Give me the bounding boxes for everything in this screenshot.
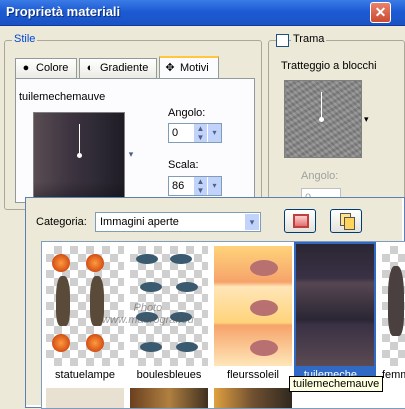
watermark-line2: www.maurograf.eu	[102, 314, 194, 326]
next-row-thumb[interactable]	[130, 388, 208, 408]
thumb-tuilemechemauve[interactable]	[294, 242, 376, 368]
watermark: Photo www.maurograf.eu	[102, 302, 194, 326]
scala-spinner[interactable]: 86 ▲ ▼ ▾	[168, 176, 222, 196]
tab-colore-label: Colore	[36, 62, 69, 74]
ball-shape	[176, 282, 198, 292]
pattern-name: tuilemechemauve	[19, 91, 106, 103]
angle-needle-dot	[77, 153, 82, 158]
thumb-caption-femm[interactable]: femm	[382, 368, 405, 382]
lamp-shape	[86, 254, 104, 272]
ball-shape	[170, 254, 192, 264]
categoria-select[interactable]: Immagini aperte ▾	[95, 212, 261, 232]
trama-texture-name: Tratteggio a blocchi	[281, 60, 377, 72]
thumb-caption-boulesbleues[interactable]: boulesbleues	[128, 368, 210, 382]
pattern-settings-button[interactable]	[284, 209, 316, 233]
flower-shape	[250, 300, 278, 316]
statue-shape	[56, 276, 70, 326]
angle-needle	[79, 124, 80, 154]
filled-circle-icon: ●	[22, 62, 30, 74]
close-button[interactable]: ✕	[370, 2, 391, 23]
thumbnail-tooltip: tuilemechemauve	[289, 376, 384, 392]
figure-shape	[388, 266, 404, 336]
pattern-icon: ✥	[165, 62, 175, 74]
trama-angolo-label: Angolo:	[301, 170, 339, 182]
thumb-femm[interactable]	[382, 246, 405, 366]
angolo-stepper-icon[interactable]: ▲ ▼	[193, 124, 207, 142]
pattern-settings-icon	[293, 214, 309, 228]
title-bar: Proprietà materiali ✕	[0, 0, 405, 26]
thumb-caption-statuelampe[interactable]: statuelampe	[44, 368, 126, 382]
lamp-shape	[52, 334, 70, 352]
ball-shape	[140, 282, 162, 292]
categoria-dropdown-icon[interactable]: ▾	[244, 213, 260, 231]
next-row-thumb[interactable]	[214, 388, 292, 408]
window-title: Proprietà materiali	[6, 4, 121, 19]
trama-checkbox[interactable]	[276, 34, 289, 47]
trama-label[interactable]: Trama	[291, 33, 327, 45]
tab-gradiente-label: Gradiente	[100, 62, 149, 74]
lamp-shape	[52, 254, 70, 272]
scala-dropdown-icon[interactable]: ▾	[207, 177, 221, 195]
tab-colore[interactable]: ● Colore	[15, 58, 77, 78]
ball-shape	[140, 342, 162, 352]
scala-label: Scala:	[168, 159, 199, 171]
pattern-dropdown-button[interactable]: ▾	[125, 146, 137, 164]
categoria-label: Categoria:	[36, 216, 87, 228]
copy-pattern-button[interactable]	[330, 209, 362, 233]
copy-icon-back	[344, 217, 355, 230]
categoria-value[interactable]: Immagini aperte	[100, 216, 179, 228]
ball-shape	[176, 342, 198, 352]
thumb-caption-fleurssoleil[interactable]: fleurssoleil	[212, 368, 294, 382]
angolo-dropdown-icon[interactable]: ▾	[207, 124, 221, 142]
flower-shape	[250, 340, 278, 356]
ball-shape	[136, 254, 158, 264]
scala-stepper-icon[interactable]: ▲ ▼	[193, 177, 207, 195]
texture-dropdown-icon[interactable]: ▾	[364, 114, 369, 125]
half-circle-icon: ◐	[86, 62, 94, 74]
thumb-fleurssoleil[interactable]	[214, 246, 292, 366]
tab-gradiente[interactable]: ◐ Gradiente	[79, 58, 157, 78]
flower-shape	[250, 260, 278, 276]
scala-value[interactable]: 86	[172, 180, 184, 192]
lamp-shape	[86, 334, 104, 352]
pattern-picker-popup: Categoria: Immagini aperte ▾ statuelampe	[25, 197, 405, 409]
close-icon: ✕	[374, 4, 387, 20]
angolo-spinner[interactable]: 0 ▲ ▼ ▾	[168, 123, 222, 143]
tab-motivi[interactable]: ✥ Motivi	[159, 56, 219, 78]
stile-label: Stile	[12, 33, 38, 45]
angolo-label: Angolo:	[168, 107, 206, 119]
watermark-line1: Photo	[133, 302, 163, 314]
next-row-thumb[interactable]	[46, 388, 124, 408]
angolo-value[interactable]: 0	[172, 127, 178, 139]
tab-motivi-label: Motivi	[180, 62, 209, 74]
texture-angle-needle	[321, 92, 322, 118]
texture-angle-needle-dot	[319, 117, 324, 122]
